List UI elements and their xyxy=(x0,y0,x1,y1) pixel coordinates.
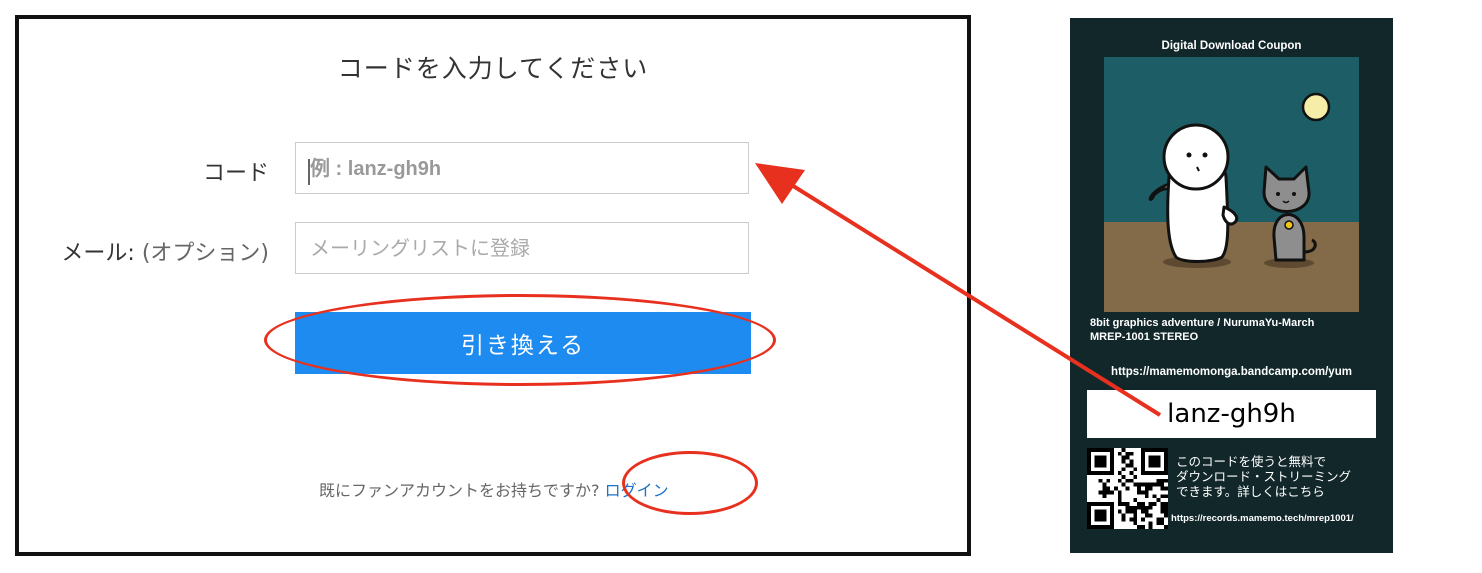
description-line-2: ダウンロード・ストリーミング xyxy=(1176,469,1352,484)
album-cover-art xyxy=(1104,57,1359,312)
email-input[interactable] xyxy=(295,222,749,274)
login-link[interactable]: ログイン xyxy=(605,481,669,500)
text-caret xyxy=(308,159,310,185)
email-label: メール: (オプション) xyxy=(61,235,269,267)
description-line-3: できます。詳しくはこちら xyxy=(1176,484,1325,499)
redeem-code-panel: コードを入力してください コード メール: (オプション) 引き換える 既にファ… xyxy=(15,15,971,556)
records-url: https://records.mamemo.tech/mrep1001/ xyxy=(1171,513,1354,524)
download-coupon-card: Digital Download Coupon 8bit graphics ad… xyxy=(1070,18,1393,553)
page-title: コードを入力してください xyxy=(337,54,649,83)
description-line-1: このコードを使うと無料で xyxy=(1176,454,1327,469)
moon-icon xyxy=(1301,92,1331,122)
code-input[interactable] xyxy=(295,142,749,194)
email-label-text: メール: xyxy=(61,241,135,266)
redeem-button[interactable]: 引き換える xyxy=(295,312,751,374)
coupon-title: Digital Download Coupon xyxy=(1161,40,1302,52)
email-label-optional: (オプション) xyxy=(141,241,269,266)
login-prompt-text: 既にファンアカウントをお持ちですか? xyxy=(319,481,600,500)
qr-code-graphic xyxy=(1087,448,1168,529)
catalog-number: MREP-1001 STEREO xyxy=(1090,331,1199,343)
qr-code xyxy=(1087,448,1168,529)
album-title: 8bit graphics adventure / NurumaYu-March xyxy=(1090,317,1315,329)
coupon-code: lanz-gh9h xyxy=(1087,390,1376,438)
login-prompt: 既にファンアカウントをお持ちですか? ログイン xyxy=(319,477,669,501)
coupon-description: このコードを使うと無料で ダウンロード・ストリーミング できます。詳しくはこちら xyxy=(1176,454,1351,499)
bandcamp-url: https://mamemomonga.bandcamp.com/yum xyxy=(1111,366,1352,378)
code-label: コード xyxy=(202,161,269,186)
